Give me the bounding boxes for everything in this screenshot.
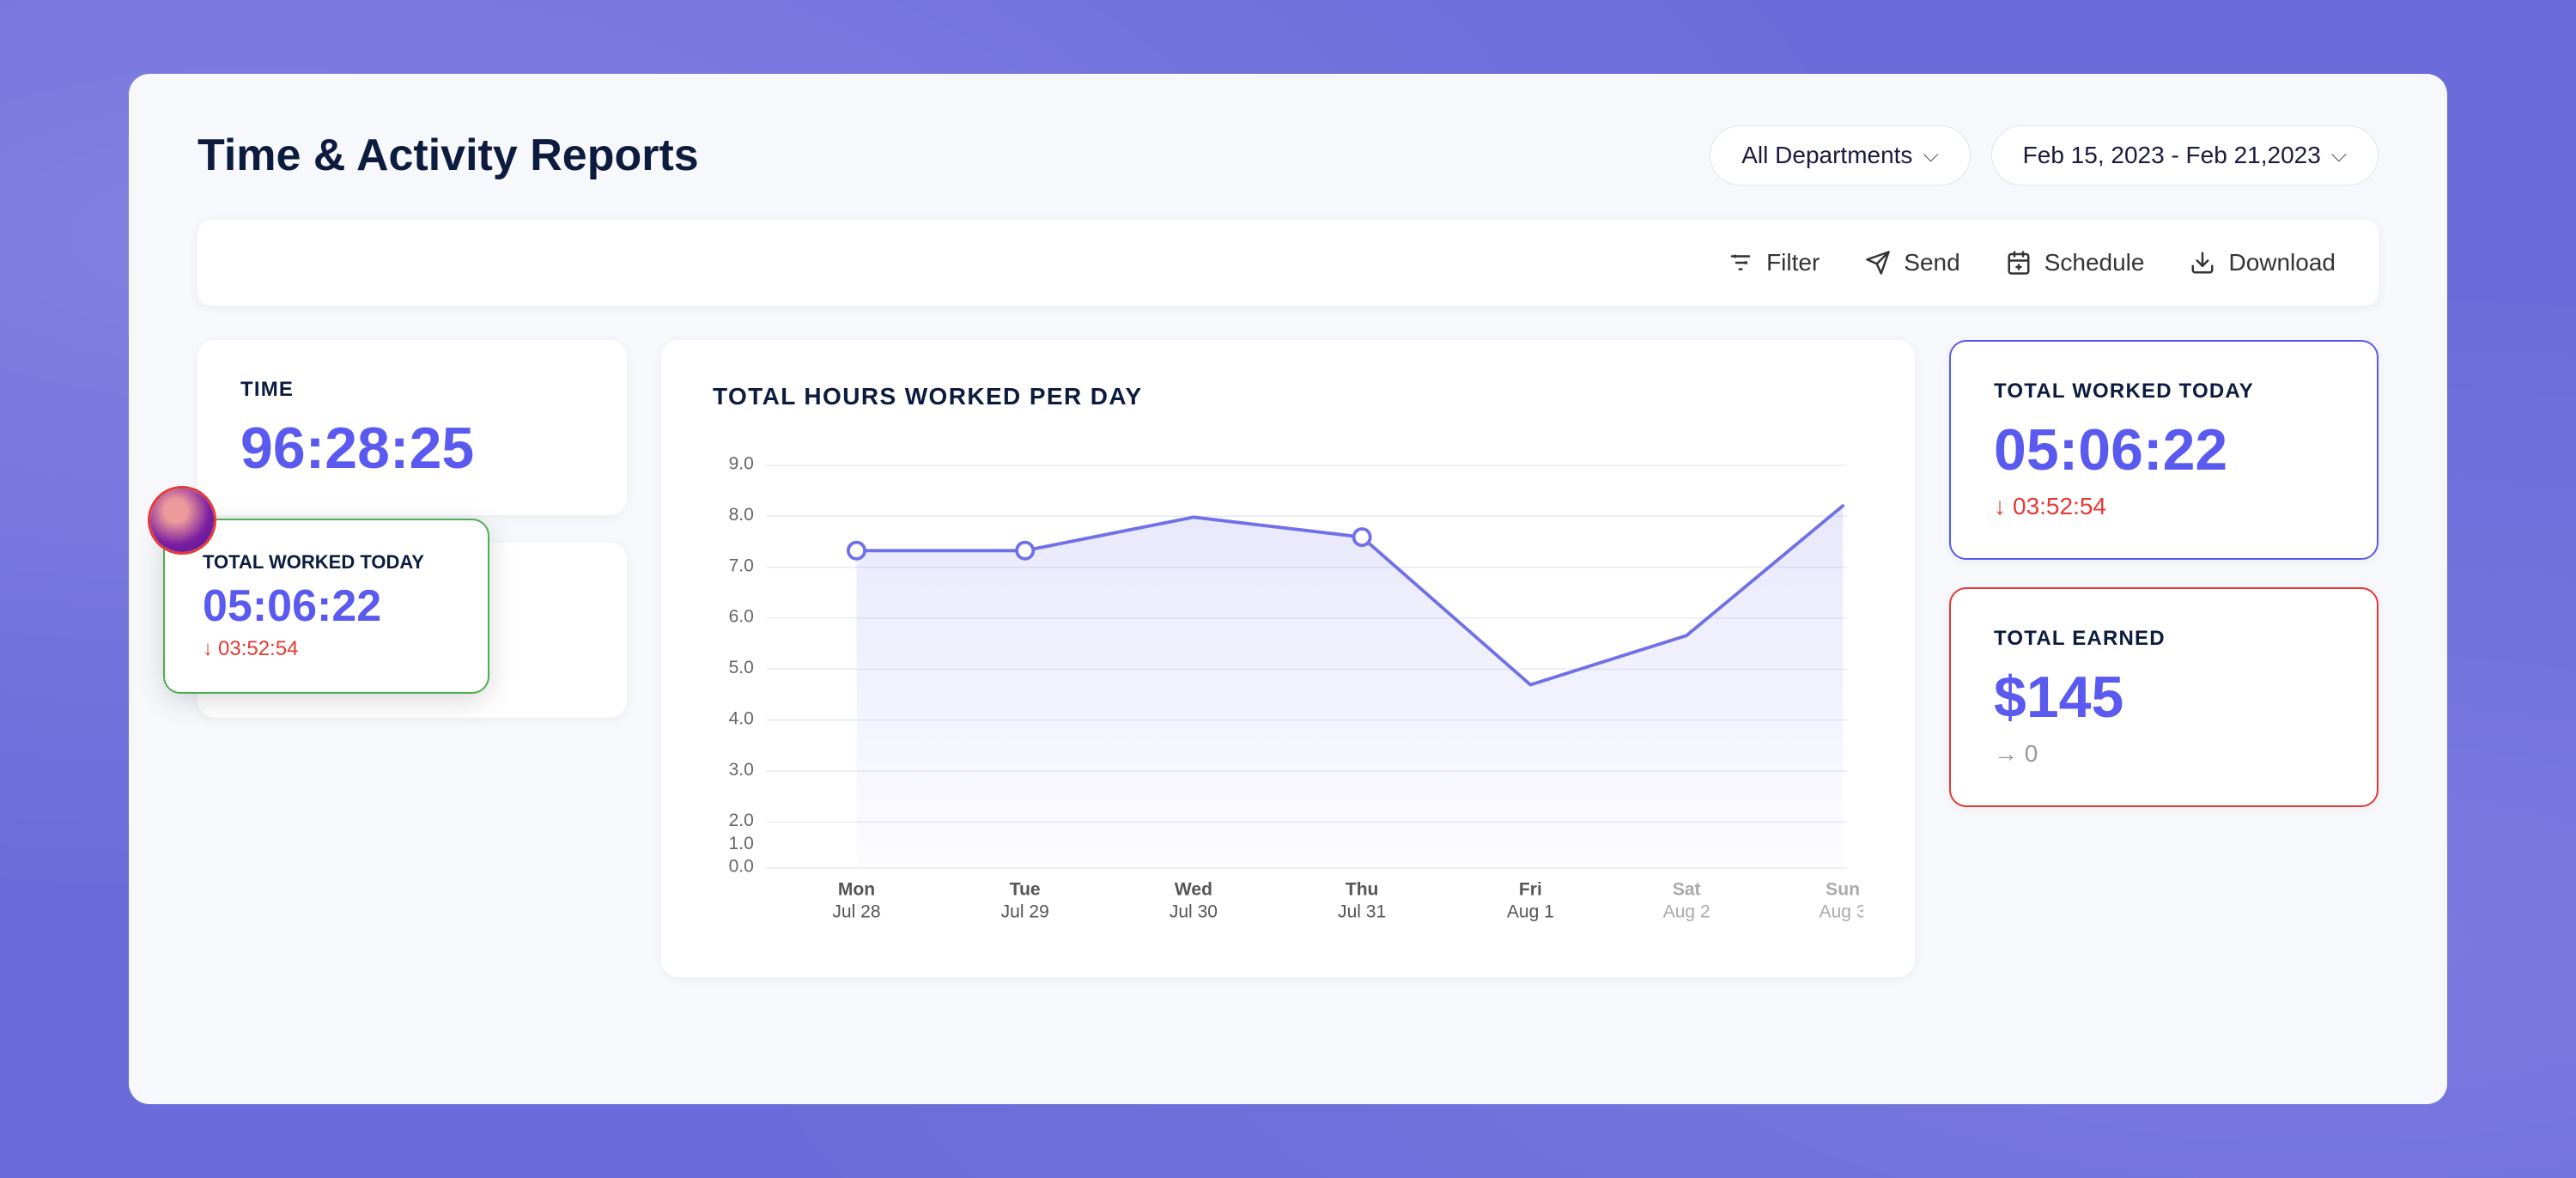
header-controls: All Departments ⌵ Feb 15, 2023 - Feb 21,… <box>1710 125 2379 185</box>
schedule-button[interactable]: Schedule <box>2003 247 2145 278</box>
total-earned-sub: → 0 <box>1994 740 2334 768</box>
filter-button[interactable]: Filter <box>1725 247 1820 278</box>
chart-fill-area <box>857 506 1844 868</box>
avatar <box>148 486 216 555</box>
content-area: TIME 96:28:25 AVG ACTIVITY 91% TOTAL WOR… <box>197 340 2379 977</box>
download-icon <box>2187 247 2218 278</box>
arrow-down-icon: ↓ <box>1994 493 2006 520</box>
svg-text:Aug 2: Aug 2 <box>1663 902 1710 921</box>
schedule-icon <box>2003 247 2034 278</box>
datapoint-mon <box>848 543 865 559</box>
total-worked-today-sub: ↓ 03:52:54 <box>1994 493 2334 520</box>
floating-card-label: TOTAL WORKED TODAY <box>203 551 450 574</box>
svg-text:Jul 31: Jul 31 <box>1338 902 1386 921</box>
svg-text:Sun: Sun <box>1826 880 1860 900</box>
filter-icon <box>1725 247 1756 278</box>
floating-tooltip-card: TOTAL WORKED TODAY 05:06:22 ↓ 03:52:54 <box>163 519 489 694</box>
arrow-right-icon: → 0 <box>1994 740 2038 768</box>
right-stats-column: TOTAL WORKED TODAY 05:06:22 ↓ 03:52:54 T… <box>1949 340 2379 807</box>
arrow-down-icon: ↓ <box>203 637 213 661</box>
page-title: Time & Activity Reports <box>197 130 699 181</box>
total-worked-today-value: 05:06:22 <box>1994 421 2334 479</box>
svg-text:4.0: 4.0 <box>729 708 754 728</box>
time-value: 96:28:25 <box>240 419 584 477</box>
svg-text:Wed: Wed <box>1175 880 1212 900</box>
svg-text:Tue: Tue <box>1010 880 1041 900</box>
floating-card-value: 05:06:22 <box>203 584 450 628</box>
main-card: Time & Activity Reports All Departments … <box>129 74 2447 1104</box>
time-label: TIME <box>240 378 584 402</box>
svg-text:Jul 30: Jul 30 <box>1170 902 1218 921</box>
svg-text:2.0: 2.0 <box>729 811 754 830</box>
chevron-down-icon: ⌵ <box>1923 143 1938 167</box>
left-stats-column: TIME 96:28:25 AVG ACTIVITY 91% TOTAL WOR… <box>197 340 627 780</box>
time-card: TIME 96:28:25 <box>197 340 627 515</box>
total-worked-today-card: TOTAL WORKED TODAY 05:06:22 ↓ 03:52:54 <box>1949 340 2379 560</box>
svg-text:Mon: Mon <box>838 880 875 900</box>
svg-text:8.0: 8.0 <box>729 505 754 525</box>
datapoint-thu <box>1354 529 1370 545</box>
total-worked-today-label: TOTAL WORKED TODAY <box>1994 380 2334 404</box>
svg-text:Jul 29: Jul 29 <box>1001 902 1049 921</box>
svg-text:0.0: 0.0 <box>729 857 754 877</box>
svg-text:Aug 3: Aug 3 <box>1820 902 1863 921</box>
total-earned-card: TOTAL EARNED $145 → 0 <box>1949 587 2379 807</box>
chart-area: TOTAL HOURS WORKED PER DAY 9.0 8.0 7.0 6… <box>661 340 1915 977</box>
svg-text:9.0: 9.0 <box>729 454 754 474</box>
chart-svg-wrapper: 9.0 8.0 7.0 6.0 5.0 4.0 3.0 2.0 1.0 0.0 <box>713 445 1863 926</box>
chevron-down-icon: ⌵ <box>2331 143 2347 167</box>
department-dropdown[interactable]: All Departments ⌵ <box>1710 125 1970 185</box>
date-dropdown[interactable]: Feb 15, 2023 - Feb 21,2023 ⌵ <box>1991 125 2379 185</box>
svg-text:Jul 28: Jul 28 <box>832 902 880 921</box>
svg-text:1.0: 1.0 <box>729 834 754 853</box>
svg-text:Thu: Thu <box>1346 880 1379 900</box>
download-button[interactable]: Download <box>2187 247 2336 278</box>
total-earned-label: TOTAL EARNED <box>1994 627 2334 651</box>
svg-text:7.0: 7.0 <box>729 556 754 575</box>
floating-card-sub: ↓ 03:52:54 <box>203 637 450 661</box>
datapoint-tue <box>1017 543 1033 559</box>
total-earned-value: $145 <box>1994 668 2334 726</box>
svg-text:6.0: 6.0 <box>729 607 754 627</box>
send-icon <box>1862 247 1893 278</box>
svg-text:Sat: Sat <box>1673 880 1701 900</box>
svg-text:5.0: 5.0 <box>729 658 754 677</box>
svg-text:3.0: 3.0 <box>729 760 754 780</box>
header: Time & Activity Reports All Departments … <box>197 125 2379 185</box>
chart-title: TOTAL HOURS WORKED PER DAY <box>713 383 1863 410</box>
toolbar: Filter Send Schedule <box>197 220 2379 306</box>
svg-text:Aug 1: Aug 1 <box>1507 902 1554 921</box>
send-button[interactable]: Send <box>1862 247 1959 278</box>
svg-text:Fri: Fri <box>1519 880 1542 900</box>
line-chart: 9.0 8.0 7.0 6.0 5.0 4.0 3.0 2.0 1.0 0.0 <box>713 445 1863 921</box>
